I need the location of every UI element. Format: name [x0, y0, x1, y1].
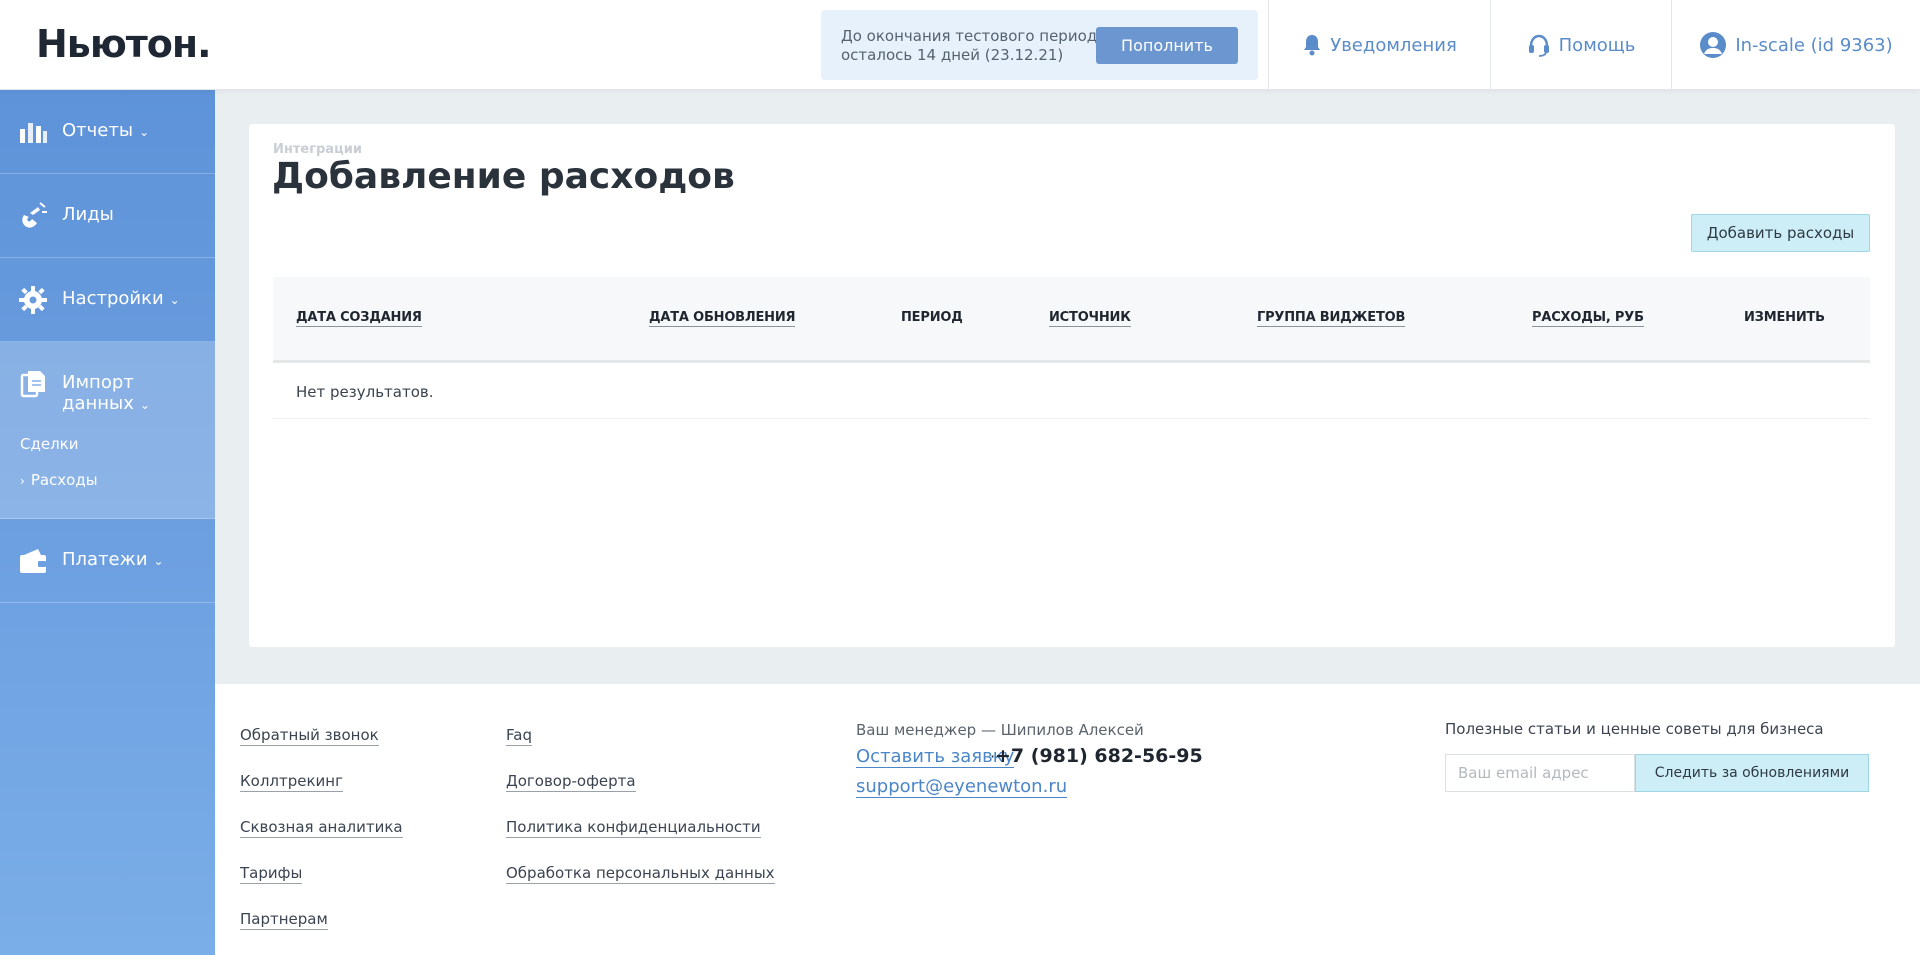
- footer-link-calltracking[interactable]: Коллтрекинг: [240, 772, 343, 792]
- chevron-down-icon: ⌄: [139, 125, 150, 139]
- user-menu[interactable]: In-scale (id 9363): [1671, 0, 1920, 90]
- column-expenses-rub[interactable]: РАСХОДЫ, РУБ: [1532, 310, 1644, 327]
- notifications-label: Уведомления: [1330, 34, 1457, 56]
- topup-button[interactable]: Пополнить: [1096, 27, 1238, 64]
- column-created-date[interactable]: ДАТА СОЗДАНИЯ: [296, 310, 422, 327]
- notifications-link[interactable]: Уведомления: [1268, 0, 1490, 90]
- footer-link-analytics[interactable]: Сквозная аналитика: [240, 818, 403, 838]
- add-expenses-button[interactable]: Добавить расходы: [1691, 214, 1870, 252]
- sidebar-item-settings[interactable]: Настройки ⌄: [0, 258, 215, 342]
- trial-line-2: осталось 14 дней (23.12.21): [841, 46, 1064, 64]
- footer-link-callback[interactable]: Обратный звонок: [240, 726, 379, 746]
- chevron-down-icon: ⌄: [169, 293, 180, 307]
- column-period: ПЕРИОД: [901, 310, 963, 325]
- sidebar-item-payments[interactable]: Платежи ⌄: [0, 519, 215, 603]
- column-updated-date[interactable]: ДАТА ОБНОВЛЕНИЯ: [649, 310, 796, 327]
- newsletter-email-input[interactable]: [1445, 754, 1635, 792]
- documents-icon: [20, 371, 45, 398]
- sidebar: Отчеты ⌄ Лиды Настройки ⌄ Импорт данных …: [0, 90, 215, 955]
- sidebar-subitem-deals[interactable]: Сделки: [0, 426, 215, 462]
- sidebar-item-import[interactable]: Импорт данных ⌄: [0, 342, 215, 426]
- table-header: ДАТА СОЗДАНИЯ ДАТА ОБНОВЛЕНИЯ ПЕРИОД ИСТ…: [273, 277, 1870, 363]
- footer-link-privacy[interactable]: Политика конфиденциальности: [506, 818, 761, 838]
- logo[interactable]: Ньютон.: [36, 22, 212, 66]
- user-label: In-scale (id 9363): [1735, 34, 1893, 56]
- top-header: Ньютон. До окончания тестового периода о…: [0, 0, 1920, 90]
- sidebar-item-label: Настройки ⌄: [62, 288, 180, 309]
- bell-icon: [1304, 35, 1321, 56]
- newsletter-text: Полезные статьи и ценные советы для бизн…: [1445, 720, 1824, 738]
- sidebar-item-label: Отчеты ⌄: [62, 120, 150, 141]
- phone-number[interactable]: +7 (981) 682-56-95: [995, 745, 1203, 767]
- sidebar-item-leads[interactable]: Лиды: [0, 174, 215, 258]
- expenses-table: ДАТА СОЗДАНИЯ ДАТА ОБНОВЛЕНИЯ ПЕРИОД ИСТ…: [273, 277, 1870, 419]
- page-title: Добавление расходов: [272, 156, 735, 197]
- sidebar-group-import: Импорт данных ⌄ Сделки › Расходы: [0, 342, 215, 519]
- support-email-link[interactable]: support@eyenewton.ru: [856, 776, 1068, 798]
- bar-chart-icon: [20, 123, 47, 143]
- trial-banner: До окончания тестового периода осталось …: [821, 10, 1258, 80]
- chevron-down-icon: ⌄: [153, 554, 164, 568]
- breadcrumb[interactable]: Интеграции: [273, 142, 362, 157]
- column-edit: ИЗМЕНИТЬ: [1744, 310, 1825, 325]
- footer-link-tariffs[interactable]: Тарифы: [240, 864, 303, 884]
- chevron-right-icon: ›: [20, 474, 25, 488]
- chevron-down-icon: ⌄: [139, 398, 150, 412]
- sidebar-subitem-expenses[interactable]: › Расходы: [0, 462, 215, 498]
- column-source[interactable]: ИСТОЧНИК: [1049, 310, 1131, 327]
- wallet-icon: [20, 549, 46, 573]
- footer-link-personal-data[interactable]: Обработка персональных данных: [506, 864, 775, 884]
- footer-link-offer[interactable]: Договор-оферта: [506, 772, 636, 792]
- sidebar-item-label: Платежи ⌄: [62, 549, 164, 570]
- footer: Обратный звонок Коллтрекинг Сквозная ана…: [215, 684, 1920, 955]
- sidebar-item-label: Импорт данных ⌄: [62, 372, 150, 414]
- manager-text: Ваш менеджер — Шипилов Алексей: [856, 721, 1144, 739]
- trial-text: До окончания тестового периода осталось …: [841, 27, 1106, 65]
- subscribe-button[interactable]: Следить за обновлениями: [1635, 754, 1869, 792]
- empty-state-text: Нет результатов.: [296, 383, 434, 401]
- help-link[interactable]: Помощь: [1490, 0, 1671, 90]
- footer-link-faq[interactable]: Faq: [506, 726, 532, 746]
- column-widget-group[interactable]: ГРУППА ВИДЖЕТОВ: [1257, 310, 1405, 327]
- trial-line-1: До окончания тестового периода: [841, 27, 1107, 45]
- table-row: Нет результатов.: [273, 363, 1870, 419]
- footer-link-partners[interactable]: Партнерам: [240, 910, 328, 930]
- headset-icon: [1528, 34, 1549, 57]
- help-label: Помощь: [1558, 34, 1636, 56]
- user-avatar-icon: [1700, 32, 1727, 58]
- sidebar-item-reports[interactable]: Отчеты ⌄: [0, 90, 215, 174]
- sidebar-item-label: Лиды: [62, 204, 114, 225]
- magnet-icon: [22, 202, 47, 228]
- gear-icon: [19, 286, 47, 314]
- content-card: Интеграции Добавление расходов Добавить …: [249, 124, 1895, 647]
